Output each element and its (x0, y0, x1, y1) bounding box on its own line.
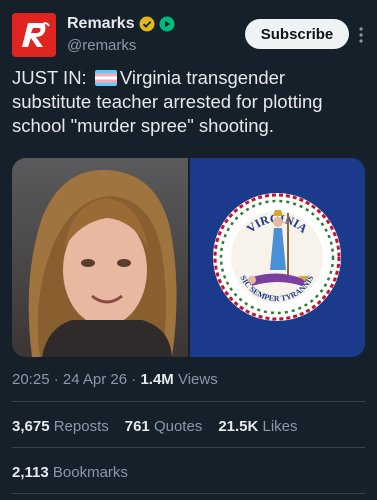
reposts-label: Reposts (49, 418, 109, 435)
meta-sep-2: · (127, 371, 141, 388)
verified-badge-icon (139, 16, 155, 32)
tweet-header: Remarks @remarks Subscribe (12, 13, 365, 57)
bookmarks-label: Bookmarks (48, 464, 128, 481)
engagement-stats: 3,675 Reposts 761 Quotes 21.5K Likes (12, 418, 298, 435)
meta-sep-1: · (49, 371, 63, 388)
subscribe-button[interactable]: Subscribe (245, 19, 349, 49)
tweet-time[interactable]: 20:25 (12, 371, 50, 388)
account-names: Remarks @remarks (67, 14, 175, 54)
likes-count: 21.5K (218, 418, 259, 435)
likes-label: Likes (258, 418, 298, 435)
likes-stat[interactable]: 21.5K Likes (218, 418, 297, 435)
divider (12, 401, 365, 402)
tweet-prefix: JUST IN: (12, 67, 92, 88)
tweet-meta: 20:25 · 24 Apr 26 · 1.4M Views (12, 371, 218, 388)
reposts-stat[interactable]: 3,675 Reposts (12, 418, 109, 435)
transgender-flag-icon (94, 70, 117, 86)
tweet-media[interactable]: VIRGINIA SIC SEMPER TYRANNIS (12, 158, 365, 357)
bookmarks-count: 2,113 (12, 464, 49, 481)
bookmarks-stat[interactable]: 2,113 Bookmarks (12, 464, 128, 481)
quotes-stat[interactable]: 761 Quotes (125, 418, 203, 435)
more-options-icon[interactable] (359, 27, 363, 43)
tweet-date[interactable]: 24 Apr 26 (63, 371, 127, 388)
account-name[interactable]: Remarks (67, 15, 135, 33)
account-handle[interactable]: @remarks (67, 37, 175, 54)
quotes-label: Quotes (149, 418, 203, 435)
divider (12, 447, 365, 448)
affiliate-badge-icon (159, 16, 175, 32)
avatar[interactable] (12, 13, 56, 57)
reposts-count: 3,675 (12, 418, 50, 435)
divider (12, 493, 365, 494)
tweet-text: JUST IN: Virginia transgender substitute… (12, 66, 367, 138)
quotes-count: 761 (124, 418, 150, 435)
views-label: Views (173, 371, 218, 388)
mugshot-photo[interactable] (12, 158, 188, 357)
virginia-state-seal[interactable]: VIRGINIA SIC SEMPER TYRANNIS (190, 158, 365, 357)
views-count: 1.4M (140, 371, 174, 388)
